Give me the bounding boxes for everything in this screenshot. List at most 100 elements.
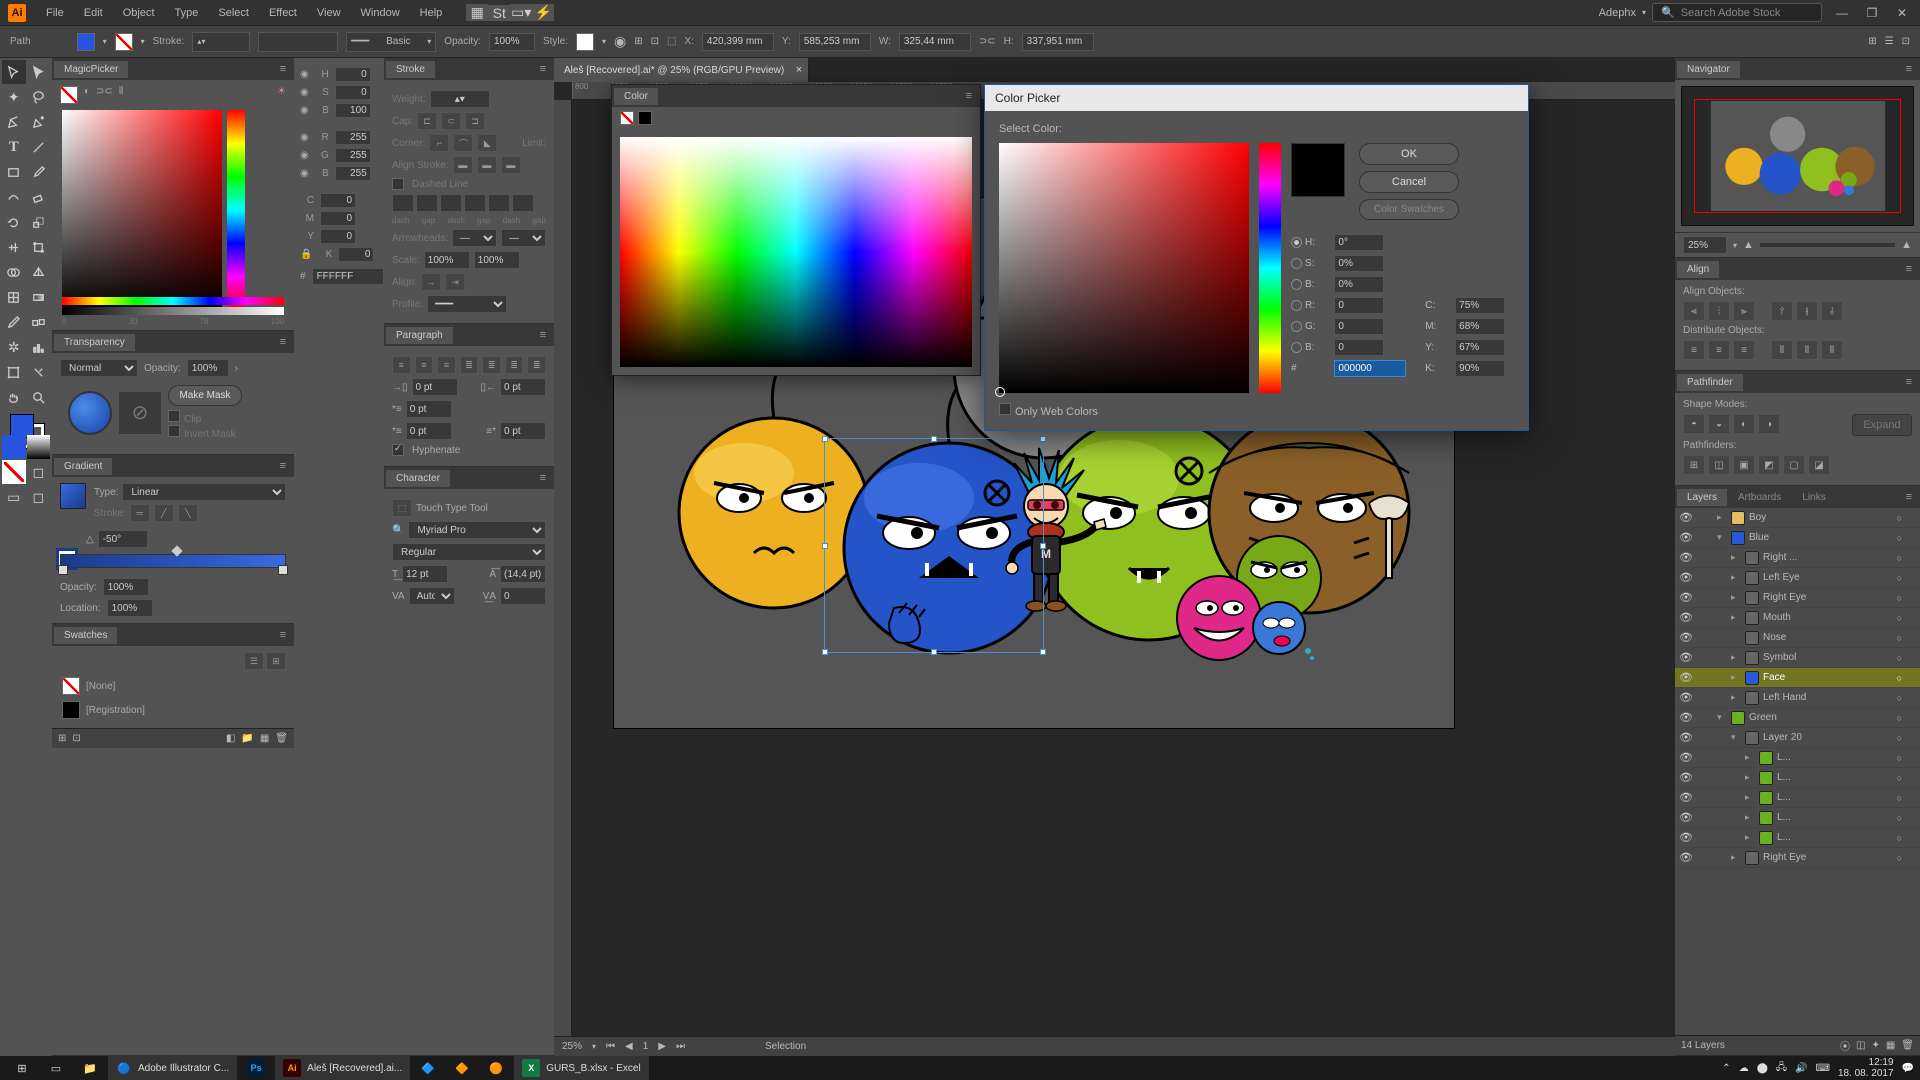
target-icon[interactable]: ○ bbox=[1897, 853, 1902, 863]
m-input[interactable] bbox=[320, 211, 356, 226]
tracking-input[interactable] bbox=[500, 587, 546, 605]
bridge-icon[interactable]: ▦ bbox=[466, 4, 488, 21]
nav-prev-icon[interactable]: ◀ bbox=[625, 1041, 633, 1052]
none-mode-icon[interactable] bbox=[2, 460, 26, 484]
eraser-tool[interactable] bbox=[27, 185, 51, 209]
align-left-btn[interactable]: ⫷ bbox=[1683, 301, 1705, 321]
links-tab[interactable]: Links bbox=[1792, 489, 1835, 506]
swatch-grid-icon[interactable]: ⊞ bbox=[266, 652, 286, 670]
minimize-icon[interactable]: — bbox=[1832, 6, 1852, 20]
b-input[interactable] bbox=[335, 103, 371, 118]
target-icon[interactable]: ○ bbox=[1897, 673, 1902, 683]
indent-left[interactable] bbox=[412, 378, 458, 396]
character-tab[interactable]: Character bbox=[386, 470, 450, 487]
search-input[interactable]: 🔍Search Adobe Stock bbox=[1652, 3, 1822, 22]
transform-icon[interactable]: ⊡ bbox=[651, 36, 659, 47]
locate-icon[interactable]: ⦿ bbox=[1840, 1038, 1850, 1053]
layer-row[interactable]: 👁▸Boy○ bbox=[1675, 508, 1920, 528]
grad-stroke-1[interactable]: ═ bbox=[130, 504, 150, 522]
swatch-new-group-icon[interactable]: 📁 bbox=[241, 733, 253, 744]
layer-row[interactable]: 👁▸L...○ bbox=[1675, 808, 1920, 828]
swatch-kind-icon[interactable]: ◧ bbox=[226, 733, 235, 744]
target-icon[interactable]: ○ bbox=[1897, 513, 1902, 523]
close-doc-icon[interactable]: × bbox=[796, 64, 802, 76]
registration-swatch[interactable] bbox=[62, 701, 80, 719]
gradient-tab[interactable]: Gradient bbox=[54, 458, 112, 475]
selection-tool[interactable] bbox=[2, 60, 26, 84]
tray-lang-icon[interactable]: ⌨ bbox=[1816, 1063, 1830, 1074]
transparency-tab[interactable]: Transparency bbox=[54, 334, 135, 351]
new-sublayer-icon[interactable]: ✦ bbox=[1871, 1040, 1879, 1051]
explorer-icon[interactable]: 📁 bbox=[74, 1056, 106, 1080]
layer-name[interactable]: L... bbox=[1777, 812, 1893, 823]
panel-menu-icon[interactable]: ≡ bbox=[1900, 376, 1918, 388]
layers-list[interactable]: 👁▸Boy○👁▾Blue○👁▸Right ...○👁▸Left Eye○👁▸Ri… bbox=[1675, 508, 1920, 1035]
b-radio[interactable] bbox=[1291, 279, 1302, 290]
stroke-tab[interactable]: Stroke bbox=[386, 61, 435, 78]
lock-icon[interactable]: 🔒 bbox=[300, 249, 312, 260]
swatch-lib-icon[interactable]: ⊞ bbox=[58, 733, 66, 744]
layer-row[interactable]: 👁▸Right ...○ bbox=[1675, 548, 1920, 568]
mp-sun-icon[interactable]: ☀ bbox=[277, 86, 286, 104]
gap-3[interactable] bbox=[512, 194, 534, 212]
isolate-icon[interactable]: ⊞ bbox=[1868, 36, 1876, 47]
visibility-icon[interactable]: 👁 bbox=[1679, 691, 1693, 704]
layer-row[interactable]: 👁▾Layer 20○ bbox=[1675, 728, 1920, 748]
nav-last-icon[interactable]: ⏭ bbox=[676, 1041, 685, 1052]
width-tool[interactable] bbox=[2, 235, 26, 259]
layer-row[interactable]: 👁▸Symbol○ bbox=[1675, 648, 1920, 668]
cp-g-input[interactable] bbox=[1334, 318, 1384, 335]
layer-name[interactable]: Left Hand bbox=[1763, 692, 1893, 703]
visibility-icon[interactable]: 👁 bbox=[1679, 771, 1693, 784]
s-input[interactable] bbox=[335, 85, 371, 100]
clip-checkbox[interactable]: Clip bbox=[184, 414, 201, 425]
zoom-tool[interactable] bbox=[27, 385, 51, 409]
menu-edit[interactable]: Edit bbox=[74, 0, 113, 26]
perspective-tool[interactable] bbox=[27, 260, 51, 284]
stroke-swatch[interactable] bbox=[115, 33, 133, 51]
expand-icon[interactable]: ▸ bbox=[1745, 772, 1755, 783]
visibility-icon[interactable]: 👁 bbox=[1679, 631, 1693, 644]
y-input[interactable] bbox=[320, 229, 356, 244]
ok-button[interactable]: OK bbox=[1359, 143, 1459, 165]
c-input[interactable] bbox=[320, 193, 356, 208]
mp-bars-icon[interactable]: ⦀ bbox=[119, 86, 123, 104]
zoom-out-icon[interactable]: ▲ bbox=[1743, 239, 1754, 251]
align-tab[interactable]: Align bbox=[1677, 261, 1719, 278]
expand-icon[interactable]: ▾ bbox=[1717, 712, 1727, 723]
x-input[interactable] bbox=[702, 33, 774, 51]
arrow-start[interactable]: — bbox=[452, 229, 497, 247]
g-input[interactable] bbox=[335, 148, 371, 163]
expand-icon[interactable]: ▸ bbox=[1731, 612, 1741, 623]
font-family-select[interactable]: Myriad Pro bbox=[408, 521, 546, 539]
w-input[interactable] bbox=[899, 33, 971, 51]
chevron-right-icon[interactable]: › bbox=[235, 363, 238, 374]
cp-hex-input[interactable] bbox=[1334, 360, 1406, 377]
taskbar-chrome[interactable]: 🔵Adobe Illustrator C... bbox=[108, 1056, 237, 1080]
k-input[interactable] bbox=[338, 247, 374, 262]
font-size-input[interactable] bbox=[402, 565, 448, 583]
expand-button[interactable]: Expand bbox=[1852, 414, 1912, 436]
layer-name[interactable]: L... bbox=[1777, 792, 1893, 803]
tray-network-icon[interactable]: 🖧 bbox=[1776, 1060, 1787, 1077]
gap-1[interactable] bbox=[416, 194, 438, 212]
dist-hcenter-btn[interactable]: ⦀ bbox=[1796, 340, 1818, 360]
expand-icon[interactable]: ▸ bbox=[1731, 572, 1741, 583]
taskbar-clock[interactable]: 12:1918. 08. 2017 bbox=[1838, 1057, 1894, 1079]
leading-input[interactable] bbox=[500, 565, 546, 583]
web-only-checkbox[interactable] bbox=[999, 403, 1011, 415]
selection-bounding-box[interactable] bbox=[824, 438, 1044, 653]
taskbar-excel[interactable]: XGURS_B.xlsx - Excel bbox=[514, 1056, 648, 1080]
nav-next-icon[interactable]: ▶ bbox=[658, 1041, 666, 1052]
tray-steam-icon[interactable]: ⬤ bbox=[1757, 1063, 1768, 1074]
page-display[interactable]: 1 bbox=[643, 1041, 649, 1052]
align-left[interactable]: ≡ bbox=[392, 356, 411, 374]
paragraph-tab[interactable]: Paragraph bbox=[386, 327, 453, 344]
corner-round[interactable]: ⌒ bbox=[453, 134, 473, 152]
cp-h-input[interactable] bbox=[1334, 234, 1384, 251]
visibility-icon[interactable]: 👁 bbox=[1679, 651, 1693, 664]
corner-bevel[interactable]: ◣ bbox=[477, 134, 497, 152]
target-icon[interactable]: ○ bbox=[1897, 693, 1902, 703]
navigator-tab[interactable]: Navigator bbox=[1677, 61, 1740, 78]
layers-tab[interactable]: Layers bbox=[1677, 489, 1727, 506]
